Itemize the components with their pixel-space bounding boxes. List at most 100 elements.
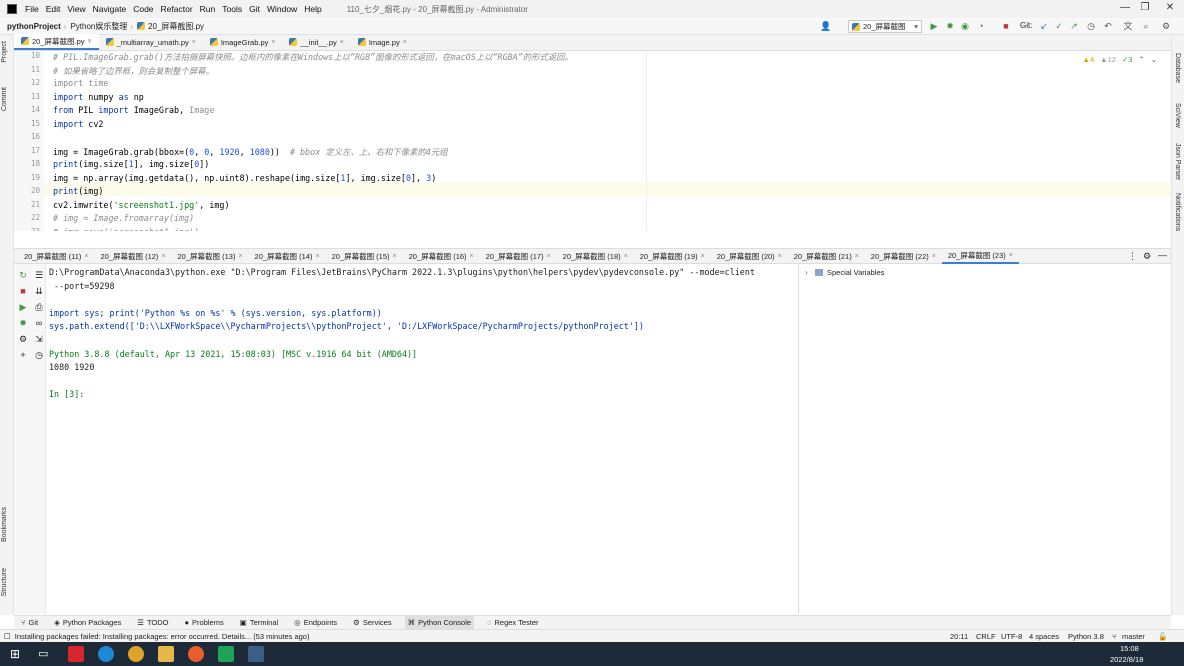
close-tab-icon[interactable]: × — [547, 253, 551, 260]
tool-window-regex-tester[interactable]: ◌ Regex Tester — [484, 616, 542, 629]
close-tab-icon[interactable]: × — [470, 253, 474, 260]
search-icon[interactable]: ⌕ — [1140, 20, 1152, 32]
tool-window-endpoints[interactable]: ◎ Endpoints — [291, 616, 340, 629]
user-icon[interactable]: 👤 — [820, 20, 832, 32]
debug-icon[interactable]: ✹ — [17, 318, 29, 329]
menu-run[interactable]: Run — [200, 4, 216, 14]
calculator-icon[interactable] — [248, 646, 264, 662]
console-tab[interactable]: 20_屏幕截图 (19) × — [634, 249, 711, 264]
menu-git[interactable]: Git — [249, 4, 260, 14]
console-tab[interactable]: 20_屏幕截图 (17) × — [480, 249, 557, 264]
json-parser-tool-button[interactable]: Json Parser — [1174, 143, 1181, 180]
history-icon[interactable]: ◷ — [33, 350, 45, 361]
chevron-up-icon[interactable]: ⌃ — [1138, 55, 1144, 64]
coverage-icon[interactable]: ◉ — [959, 20, 971, 32]
tool-window-terminal[interactable]: ▣ Terminal — [237, 616, 281, 629]
breadcrumb-folder[interactable]: Python娱乐整理 — [70, 21, 127, 32]
notifications-tool-button[interactable]: Notifications — [1174, 193, 1181, 231]
task-view-icon[interactable]: ▭ — [38, 647, 48, 660]
print-icon[interactable]: ⎙ — [33, 302, 45, 313]
interpreter[interactable]: Python 3.8 — [1068, 632, 1104, 641]
code-editor[interactable]: 10 11 12 13 14 15 16 17 18 19 20 21 22 23 ▲4 ▲12 ✓3 ⌃… — [14, 51, 1171, 231]
close-tab-icon[interactable]: × — [403, 39, 407, 46]
close-tab-icon[interactable]: × — [932, 253, 936, 260]
console-tab[interactable]: 20_屏幕截图 (11) × — [18, 249, 94, 264]
settings-icon[interactable]: ⚙ — [1143, 251, 1151, 262]
close-tab-icon[interactable]: × — [701, 253, 705, 260]
inspection-widget[interactable]: ▲4 ▲12 ✓3 ⌃ ⌄ — [1083, 55, 1157, 64]
hide-icon[interactable]: — — [1158, 250, 1167, 260]
close-tab-icon[interactable]: × — [161, 253, 165, 260]
bookmarks-tool-button[interactable]: Bookmarks — [1, 507, 8, 542]
console-tab[interactable]: 20_屏幕截图 (22) × — [865, 249, 942, 264]
database-tool-button[interactable]: Database — [1174, 53, 1181, 83]
tool-window-services[interactable]: ⚙ Services — [350, 616, 395, 629]
console-tab[interactable]: 20_屏幕截图 (20) × — [711, 249, 788, 264]
tool-window-python-console[interactable]: ⌘ Python Console — [404, 616, 475, 629]
history-icon[interactable]: ◷ — [1085, 20, 1097, 32]
rerun-icon[interactable]: ↻ — [17, 270, 29, 281]
close-tab-icon[interactable]: × — [393, 253, 397, 260]
special-variables-node[interactable]: Special Variables — [827, 268, 884, 277]
translate-icon[interactable]: 文 — [1122, 20, 1134, 32]
profile-icon[interactable]: ◔ — [975, 20, 987, 32]
stop-icon[interactable]: ■ — [17, 286, 29, 296]
firefox-icon[interactable] — [188, 646, 204, 662]
close-tab-icon[interactable]: × — [1009, 252, 1013, 259]
show-variables-icon[interactable]: ∞ — [33, 318, 45, 328]
run-icon[interactable]: ▶ — [928, 20, 940, 32]
tool-window-todo[interactable]: ☰ TODO — [134, 616, 171, 629]
maximize-icon[interactable]: ❐ — [1135, 2, 1155, 13]
pycharm-taskbar-icon[interactable] — [218, 646, 234, 662]
close-tab-icon[interactable]: × — [88, 38, 92, 45]
file-encoding[interactable]: UTF-8 — [1001, 632, 1022, 641]
tool-window-git[interactable]: ⑂ Git — [18, 616, 41, 629]
debug-icon[interactable]: ✹ — [944, 20, 956, 32]
expand-arrow-icon[interactable]: › — [805, 268, 808, 277]
tool-window-problems[interactable]: ● Problems — [182, 616, 227, 629]
edge-icon[interactable] — [98, 646, 114, 662]
git-push-icon[interactable]: ↗ — [1068, 20, 1080, 32]
git-update-icon[interactable]: ↙ — [1038, 20, 1050, 32]
breadcrumb-project[interactable]: pythonProject — [7, 22, 61, 31]
scroll-to-end-icon[interactable]: ⇊ — [33, 286, 45, 297]
start-icon[interactable]: ⊞ — [10, 647, 20, 661]
structure-tool-button[interactable]: Structure — [1, 568, 8, 596]
settings-icon[interactable]: ⚙ — [1160, 20, 1172, 32]
commit-tool-button[interactable]: Commit — [1, 87, 8, 111]
editor-tab[interactable]: Image.py × — [351, 34, 414, 50]
lock-icon[interactable]: 🔓 — [1158, 632, 1167, 641]
chevron-down-icon[interactable]: ⌄ — [1151, 55, 1157, 64]
menu-window[interactable]: Window — [267, 4, 297, 14]
console-tab[interactable]: 20_屏幕截图 (16) × — [403, 249, 480, 264]
console-tab[interactable]: 20_屏幕截图 (21) × — [788, 249, 865, 264]
git-branch[interactable]: master — [1122, 632, 1145, 641]
close-tab-icon[interactable]: × — [340, 39, 344, 46]
menu-file[interactable]: File — [25, 4, 39, 14]
close-tab-icon[interactable]: × — [315, 253, 319, 260]
tool-window-python-packages[interactable]: ◈ Python Packages — [51, 616, 124, 629]
indent-setting[interactable]: 4 spaces — [1029, 632, 1059, 641]
close-tab-icon[interactable]: × — [624, 253, 628, 260]
console-tab[interactable]: 20_屏幕截图 (13) × — [172, 249, 249, 264]
console-output[interactable]: D:\ProgramData\Anaconda3\python.exe "D:\… — [46, 264, 798, 614]
status-message[interactable]: Installing packages failed: Installing p… — [15, 632, 310, 641]
editor-tab[interactable]: __init__.py × — [282, 34, 350, 50]
run-configuration-select[interactable]: 20_屏幕截图 ▾ — [848, 20, 922, 33]
console-tab[interactable]: 20_屏幕截图 (18) × — [557, 249, 634, 264]
soft-wrap-icon[interactable]: ☰ — [33, 270, 45, 281]
execute-icon[interactable]: ▶ — [17, 302, 29, 313]
editor-tab[interactable]: 20_屏幕截图.py × — [14, 34, 99, 50]
console-tab[interactable]: 20_屏幕截图 (15) × — [326, 249, 403, 264]
line-separator[interactable]: CRLF — [976, 632, 996, 641]
menu-refactor[interactable]: Refactor — [161, 4, 193, 14]
watch-icon[interactable]: ⇲ — [33, 334, 45, 345]
stop-icon[interactable]: ■ — [1000, 20, 1012, 32]
menu-view[interactable]: View — [67, 4, 85, 14]
rollback-icon[interactable]: ↶ — [1102, 20, 1114, 32]
chrome-icon[interactable] — [128, 646, 144, 662]
new-console-icon[interactable]: + — [17, 350, 29, 360]
close-icon[interactable]: ✕ — [1160, 2, 1180, 13]
close-tab-icon[interactable]: × — [238, 253, 242, 260]
caret-position[interactable]: 20:11 — [950, 632, 968, 641]
